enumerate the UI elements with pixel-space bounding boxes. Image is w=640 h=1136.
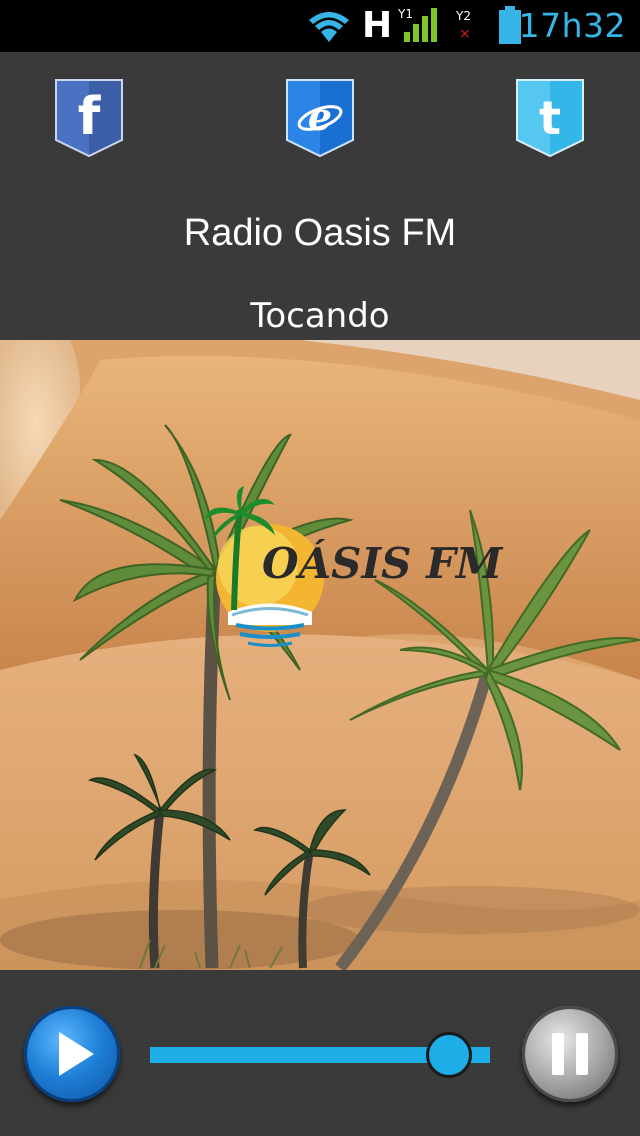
svg-text:Y1: Y1 — [397, 7, 413, 21]
internet-explorer-icon[interactable]: e — [285, 78, 355, 158]
svg-text:×: × — [459, 26, 471, 42]
station-title: Radio Oasis FM — [183, 212, 457, 254]
status-bar: H Y1 Y2 × 17h32 — [0, 0, 640, 52]
logo-text: OÁSIS FM — [262, 538, 504, 588]
station-artwork: OÁSIS FM — [0, 340, 640, 970]
network-type: H — [362, 5, 393, 46]
play-icon — [59, 1032, 94, 1076]
svg-text:t: t — [539, 91, 561, 145]
pause-button[interactable] — [522, 1006, 618, 1102]
desert-palms-image: OÁSIS FM — [0, 340, 640, 970]
wifi-icon — [309, 12, 349, 42]
facebook-icon[interactable]: f — [54, 78, 124, 158]
signal-sim1-icon: Y1 — [397, 7, 437, 42]
play-button[interactable] — [24, 1006, 120, 1102]
volume-slider-thumb[interactable] — [426, 1032, 473, 1078]
svg-text:Y2: Y2 — [455, 9, 471, 23]
status-time: 17h32 — [518, 6, 626, 45]
signal-sim2-icon: Y2 × — [455, 9, 471, 42]
playback-status: Tocando — [250, 296, 390, 336]
pause-icon — [552, 1033, 588, 1075]
svg-text:f: f — [78, 87, 102, 147]
header: f e t Radio Oasis FM Tocando — [0, 52, 640, 340]
svg-text:e: e — [308, 94, 332, 139]
twitter-icon[interactable]: t — [515, 78, 585, 158]
